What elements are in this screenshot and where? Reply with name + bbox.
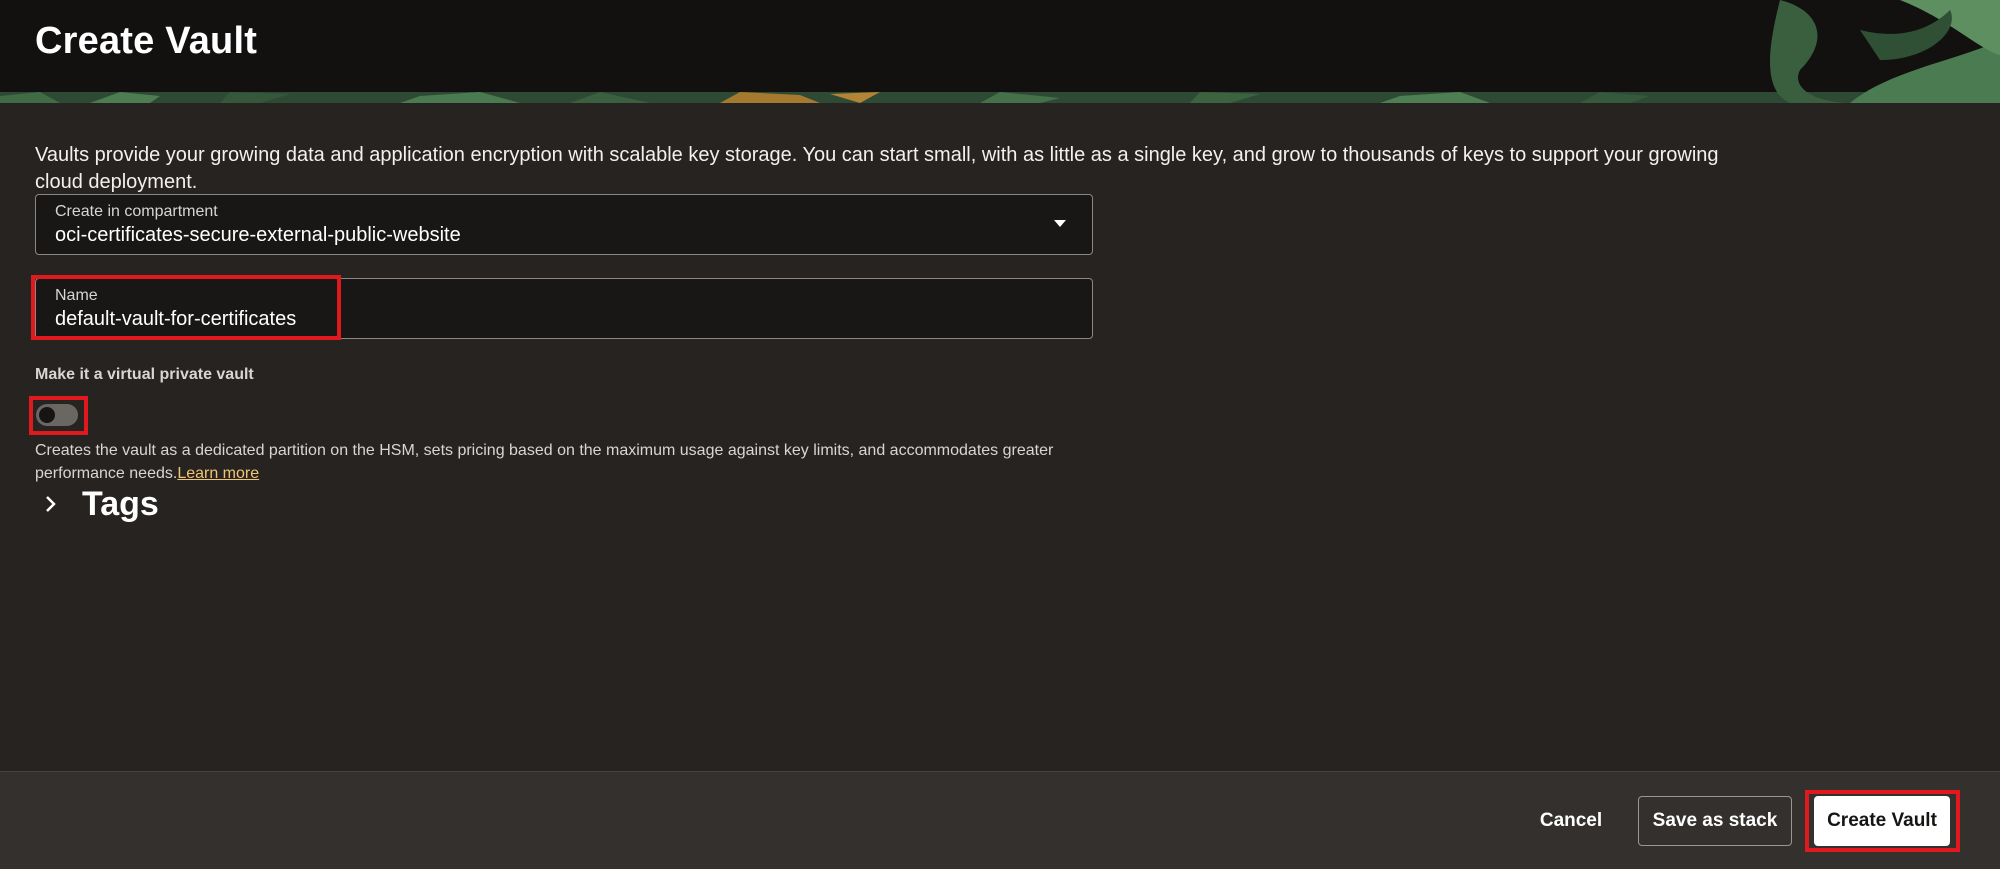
header-decoration — [0, 0, 2000, 103]
page-header: Create Vault — [0, 0, 2000, 103]
cancel-button[interactable]: Cancel — [1525, 796, 1617, 846]
chevron-down-icon[interactable] — [1054, 220, 1066, 227]
toggle-knob — [39, 407, 55, 423]
vpv-toggle-label: Make it a virtual private vault — [35, 366, 254, 383]
name-field[interactable]: Name default-vault-for-certificates — [35, 278, 1093, 339]
save-as-stack-button[interactable]: Save as stack — [1638, 796, 1792, 846]
name-input[interactable]: default-vault-for-certificates — [55, 308, 296, 331]
chevron-right-icon — [40, 493, 62, 515]
compartment-select[interactable]: Create in compartment oci-certificates-s… — [35, 194, 1093, 255]
tags-title: Tags — [82, 484, 159, 523]
vpv-help-text: Creates the vault as a dedicated partiti… — [35, 439, 1115, 485]
create-vault-page: Create Vault Vaults provide your growing… — [0, 0, 2000, 869]
vpv-toggle[interactable] — [36, 404, 78, 426]
learn-more-link[interactable]: Learn more — [177, 465, 259, 482]
page-footer: Cancel Save as stack Create Vault — [0, 771, 2000, 869]
page-title: Create Vault — [35, 20, 258, 62]
compartment-value: oci-certificates-secure-external-public-… — [55, 224, 461, 246]
create-vault-button[interactable]: Create Vault — [1814, 796, 1950, 846]
compartment-label: Create in compartment — [55, 203, 218, 220]
name-label: Name — [55, 287, 98, 304]
intro-text: Vaults provide your growing data and app… — [35, 144, 1719, 193]
tags-section-toggle[interactable]: Tags — [40, 484, 159, 524]
